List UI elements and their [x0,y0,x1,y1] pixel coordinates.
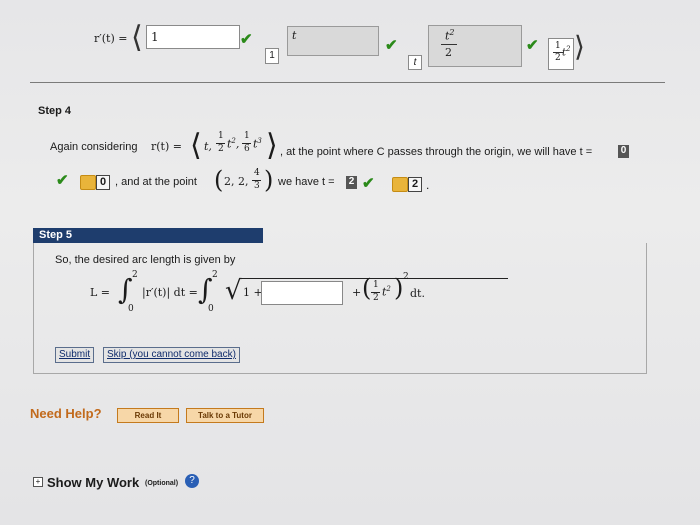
pencil-icon [80,175,96,190]
period: . [426,178,430,192]
and-point-text: , and at the point [115,176,197,188]
t-origin-answer-field[interactable]: 0 [96,175,110,190]
r-prime-component-3-input[interactable]: t2 2 [428,25,522,67]
skip-button[interactable]: Skip (you cannot come back) [103,347,240,363]
we-have-text: we have t = [278,176,335,188]
need-help-label: Need Help? [30,406,102,421]
right-angle-bracket: ⟩ [574,31,585,62]
r-vector-expression: ⟨ t, 1 2 t2, 1 6 t3 ⟩ [190,128,278,163]
t-point-answer-field[interactable]: 2 [408,177,422,192]
answer-hint-box-1: 1 [265,48,279,64]
show-my-work-label: Show My Work [47,475,140,490]
step-4-title: Step 4 [38,105,72,117]
t-origin-answer[interactable]: 0 [618,145,629,158]
optional-label: (Optional) [145,480,179,487]
expand-plus-icon[interactable]: + [33,477,43,487]
correct-check-icon: ✔ [56,172,69,189]
r-label: r(t) = [151,140,182,153]
r-prime-label: r′(t) = [94,32,128,45]
pencil-icon [392,177,408,192]
answer-hint-box-2: t [408,55,422,70]
point-expression: ( 2, 2, 4 3 ) [214,166,274,194]
step-5-intro: So, the desired arc length is given by [55,254,236,266]
correct-check-icon: ✔ [526,37,539,54]
answer-hint-box-3: 1 2 t2 [548,38,574,70]
show-my-work-panel[interactable]: + Show My Work (Optional) ? [30,470,199,494]
submit-button[interactable]: Submit [55,347,95,363]
step-5-title: Step 5 [39,229,73,241]
r-prime-component-1-input[interactable]: 1 [146,25,240,49]
step-5-header: Step 5 [33,228,263,243]
integral-sign: ∫ [118,273,133,306]
read-it-button[interactable]: Read It [117,408,179,423]
integral-sign: ∫ [198,273,213,306]
talk-to-tutor-button[interactable]: Talk to a Tutor [186,408,264,423]
section-divider [30,82,665,83]
correct-check-icon: ✔ [385,37,398,54]
arc-length-answer-input[interactable] [261,281,343,305]
dt-text: dt. [410,287,425,300]
help-question-icon[interactable]: ? [185,474,199,488]
correct-check-icon: ✔ [362,175,375,192]
correct-check-icon: ✔ [240,31,253,48]
r-prime-component-2-input[interactable]: t [287,26,379,56]
left-angle-bracket: ⟨ [131,21,143,54]
t-point-answer[interactable]: 2 [346,176,357,189]
step-4-middle-text: , at the point where C passes through th… [280,146,593,158]
step-4-intro: Again considering [50,141,138,153]
sqrt-sign: √ [225,276,242,306]
